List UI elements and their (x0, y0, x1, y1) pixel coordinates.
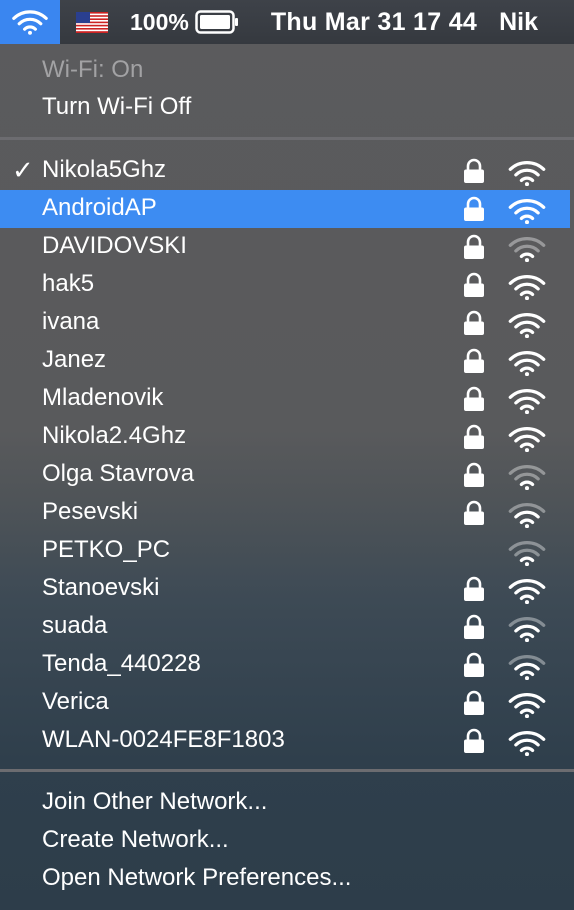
network-item[interactable]: PETKO_PC (0, 532, 574, 570)
wifi-signal-icon (507, 312, 547, 339)
network-name: Stanoevski (42, 574, 160, 601)
wifi-signal-icon (507, 426, 547, 453)
lock-icon (463, 348, 485, 374)
wifi-signal-icon (507, 730, 547, 757)
network-item[interactable]: Pesevski (0, 494, 574, 532)
wifi-signal-icon (507, 654, 547, 681)
lock-icon (463, 158, 485, 184)
lock-icon (463, 462, 485, 488)
lock-icon (463, 690, 485, 716)
wifi-signal-icon (507, 578, 547, 605)
join-other-network-item[interactable]: Join Other Network... (42, 788, 267, 816)
network-item[interactable]: ✓ Nikola5Ghz (0, 152, 574, 190)
network-name: hak5 (42, 270, 95, 297)
network-item[interactable]: Stanoevski (0, 570, 574, 608)
battery-percentage[interactable]: 100% (130, 9, 189, 36)
network-item[interactable]: AndroidAP (0, 190, 570, 228)
lock-icon (463, 272, 485, 298)
network-name: DAVIDOVSKI (42, 232, 187, 259)
user-menu[interactable]: Nik (499, 8, 538, 37)
wifi-signal-icon (507, 540, 547, 567)
network-name: ivana (42, 308, 100, 335)
wifi-signal-icon (507, 236, 547, 263)
network-name: Janez (42, 346, 107, 373)
us-flag-icon[interactable] (76, 11, 108, 33)
network-name: Nikola2.4Ghz (42, 422, 187, 449)
network-item[interactable]: Verica (0, 684, 574, 722)
wifi-signal-icon (507, 464, 547, 491)
network-item[interactable]: DAVIDOVSKI (0, 228, 574, 266)
lock-icon (463, 728, 485, 754)
network-item[interactable]: hak5 (0, 266, 574, 304)
wifi-signal-icon (507, 350, 547, 377)
create-network-item[interactable]: Create Network... (42, 826, 229, 854)
wifi-signal-icon (507, 388, 547, 415)
lock-icon (463, 310, 485, 336)
network-name: Pesevski (42, 498, 139, 525)
network-name: Verica (42, 688, 109, 715)
checkmark-icon: ✓ (12, 155, 34, 185)
network-item[interactable]: Olga Stavrova (0, 456, 574, 494)
network-item[interactable]: WLAN-0024FE8F1803 (0, 722, 574, 760)
network-item[interactable]: ivana (0, 304, 574, 342)
network-item[interactable]: Nikola2.4Ghz (0, 418, 574, 456)
network-item[interactable]: Tenda_440228 (0, 646, 574, 684)
lock-icon (463, 652, 485, 678)
wifi-signal-icon (507, 198, 547, 225)
lock-icon (463, 386, 485, 412)
network-name: Olga Stavrova (42, 460, 195, 487)
network-item[interactable]: Mladenovik (0, 380, 574, 418)
network-item[interactable]: Janez (0, 342, 574, 380)
menu-separator (0, 137, 574, 140)
wifi-status: Wi-Fi: On (42, 56, 144, 83)
wifi-signal-icon (507, 616, 547, 643)
network-name: AndroidAP (42, 194, 157, 221)
lock-icon (463, 234, 485, 260)
lock-icon (463, 576, 485, 602)
lock-icon (463, 196, 485, 222)
wifi-signal-icon (507, 160, 547, 187)
network-name: WLAN-0024FE8F1803 (42, 726, 285, 753)
clock[interactable]: Thu Mar 31 17 44 (271, 8, 477, 37)
turn-wifi-off-item[interactable]: Turn Wi-Fi Off (42, 93, 191, 121)
open-network-preferences-item[interactable]: Open Network Preferences... (42, 864, 351, 892)
network-item[interactable]: suada (0, 608, 574, 646)
network-name: PETKO_PC (42, 536, 171, 563)
network-name: Tenda_440228 (42, 650, 201, 677)
wifi-icon (12, 10, 48, 35)
menu-separator (0, 769, 574, 772)
network-name: Mladenovik (42, 384, 164, 411)
network-name: Nikola5Ghz (42, 156, 167, 183)
wifi-signal-icon (507, 274, 547, 301)
wifi-signal-icon (507, 692, 547, 719)
network-name: suada (42, 612, 108, 639)
wifi-menu-button[interactable] (0, 0, 60, 44)
wifi-signal-icon (507, 502, 547, 529)
lock-icon (463, 614, 485, 640)
menu-bar: 100% Thu Mar 31 17 44 Nik (0, 0, 574, 44)
lock-icon (463, 500, 485, 526)
lock-icon (463, 424, 485, 450)
battery-icon[interactable] (195, 10, 239, 34)
